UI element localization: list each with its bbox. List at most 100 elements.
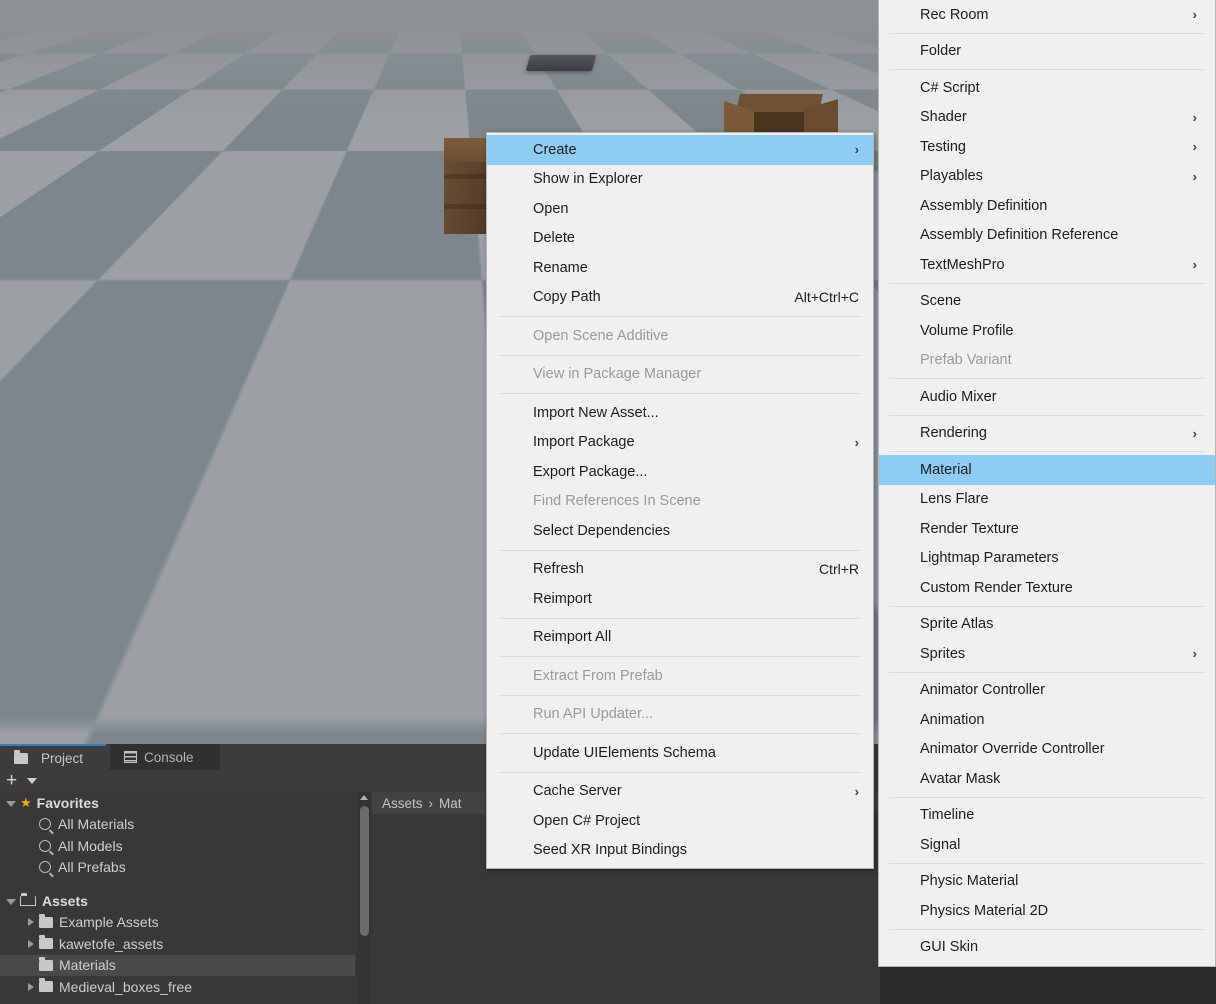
tree-item-all-materials[interactable]: All Materials — [0, 814, 355, 836]
scene-object-dark-slab[interactable] — [526, 55, 597, 71]
create-submenu[interactable]: Rec Room›FolderC# ScriptShader›Testing›P… — [878, 0, 1216, 967]
tree-item-label: All Materials — [58, 816, 134, 832]
menu-item-c-script[interactable]: C# Script — [879, 73, 1215, 103]
search-icon — [39, 840, 51, 852]
menu-separator — [499, 656, 861, 657]
menu-item-render-texture[interactable]: Render Texture — [879, 514, 1215, 544]
tree-scrollbar[interactable] — [357, 792, 371, 1004]
menu-item-lightmap-parameters[interactable]: Lightmap Parameters — [879, 544, 1215, 574]
menu-item-create[interactable]: Create› — [487, 135, 873, 165]
menu-separator — [889, 797, 1205, 798]
menu-item-animator-override-controller[interactable]: Animator Override Controller — [879, 735, 1215, 765]
menu-item-label: Timeline — [920, 807, 974, 823]
chevron-right-icon[interactable] — [28, 940, 34, 948]
tree-item-favorites[interactable]: ★Favorites — [0, 792, 355, 814]
menu-item-import-package[interactable]: Import Package› — [487, 428, 873, 458]
menu-item-seed-xr-input-bindings[interactable]: Seed XR Input Bindings — [487, 836, 873, 866]
menu-item-label: Rename — [533, 260, 588, 276]
menu-separator — [889, 672, 1205, 673]
menu-separator — [499, 393, 861, 394]
menu-item-gui-skin[interactable]: GUI Skin — [879, 933, 1215, 963]
scrollbar-thumb[interactable] — [360, 806, 369, 936]
menu-item-label: Volume Profile — [920, 323, 1014, 339]
menu-item-label: Export Package... — [533, 464, 647, 480]
menu-separator — [499, 355, 861, 356]
tree-item-all-models[interactable]: All Models — [0, 835, 355, 857]
menu-item-physics-material-2d[interactable]: Physics Material 2D — [879, 896, 1215, 926]
tree-item-medieval-boxes-free[interactable]: Medieval_boxes_free — [0, 976, 355, 998]
menu-item-lens-flare[interactable]: Lens Flare — [879, 485, 1215, 515]
menu-item-import-new-asset[interactable]: Import New Asset... — [487, 398, 873, 428]
chevron-right-icon[interactable] — [28, 918, 34, 926]
menu-item-update-uielements-schema[interactable]: Update UIElements Schema — [487, 738, 873, 768]
menu-item-shader[interactable]: Shader› — [879, 103, 1215, 133]
add-asset-button[interactable]: + — [6, 771, 17, 791]
menu-item-delete[interactable]: Delete — [487, 224, 873, 254]
tree-item-all-prefabs[interactable]: All Prefabs — [0, 857, 355, 879]
menu-item-audio-mixer[interactable]: Audio Mixer — [879, 382, 1215, 412]
menu-item-rendering[interactable]: Rendering› — [879, 419, 1215, 449]
menu-item-label: Shader — [920, 109, 967, 125]
menu-item-copy-path[interactable]: Copy PathAlt+Ctrl+C — [487, 283, 873, 313]
menu-item-custom-render-texture[interactable]: Custom Render Texture — [879, 573, 1215, 603]
chevron-down-icon[interactable] — [27, 778, 37, 784]
menu-item-sprite-atlas[interactable]: Sprite Atlas — [879, 610, 1215, 640]
tree-item-example-assets[interactable]: Example Assets — [0, 912, 355, 934]
menu-item-open[interactable]: Open — [487, 194, 873, 224]
project-asset-tree[interactable]: ★Favorites All Materials All ModelsAll Pre… — [0, 792, 355, 1004]
breadcrumb-item-materials[interactable]: Mat — [439, 796, 462, 811]
crate-slat — [273, 228, 329, 233]
menu-item-testing[interactable]: Testing› — [879, 132, 1215, 162]
tree-item-assets[interactable]: Assets — [0, 890, 355, 912]
chevron-down-icon[interactable] — [6, 899, 16, 905]
menu-item-animation[interactable]: Animation — [879, 705, 1215, 735]
menu-item-show-in-explorer[interactable]: Show in Explorer — [487, 165, 873, 195]
scroll-up-arrow-icon[interactable] — [360, 795, 368, 800]
menu-item-playables[interactable]: Playables› — [879, 162, 1215, 192]
menu-item-physic-material[interactable]: Physic Material — [879, 867, 1215, 897]
crate-top-face — [164, 235, 246, 281]
menu-item-scene[interactable]: Scene — [879, 287, 1215, 317]
breadcrumb-item-assets[interactable]: Assets — [382, 796, 423, 811]
menu-item-refresh[interactable]: RefreshCtrl+R — [487, 555, 873, 585]
menu-item-assembly-definition[interactable]: Assembly Definition — [879, 191, 1215, 221]
menu-item-animator-controller[interactable]: Animator Controller — [879, 676, 1215, 706]
menu-item-label: Animation — [920, 712, 984, 728]
menu-item-export-package[interactable]: Export Package... — [487, 457, 873, 487]
tab-project[interactable]: Project — [0, 744, 106, 770]
folder-open-icon — [20, 896, 36, 906]
menu-item-select-dependencies[interactable]: Select Dependencies — [487, 516, 873, 546]
menu-item-rename[interactable]: Rename — [487, 253, 873, 283]
menu-separator — [889, 929, 1205, 930]
menu-item-signal[interactable]: Signal — [879, 830, 1215, 860]
tree-item-kawetofe-assets[interactable]: kawetofe_assets — [0, 933, 355, 955]
menu-item-label: Extract From Prefab — [533, 668, 663, 684]
menu-item-cache-server[interactable]: Cache Server› — [487, 777, 873, 807]
menu-item-label: Show in Explorer — [533, 171, 643, 187]
menu-item-assembly-definition-reference[interactable]: Assembly Definition Reference — [879, 221, 1215, 251]
menu-item-avatar-mask[interactable]: Avatar Mask — [879, 764, 1215, 794]
menu-item-label: Lens Flare — [920, 491, 989, 507]
menu-item-label: Lightmap Parameters — [920, 550, 1059, 566]
menu-item-label: Update UIElements Schema — [533, 745, 716, 761]
menu-item-folder[interactable]: Folder — [879, 37, 1215, 67]
menu-item-reimport-all[interactable]: Reimport All — [487, 623, 873, 653]
scene-object-crate-3[interactable] — [265, 218, 335, 260]
scene-object-crate-1[interactable] — [3, 250, 103, 309]
tab-console[interactable]: Console — [110, 744, 220, 770]
menu-item-material[interactable]: Material — [879, 455, 1215, 485]
menu-item-textmeshpro[interactable]: TextMeshPro› — [879, 250, 1215, 280]
tree-item-materials[interactable]: Materials — [0, 955, 355, 977]
project-context-menu[interactable]: Create› Show in Explorer OpenDelete Rename C… — [486, 132, 874, 869]
menu-item-rec-room[interactable]: Rec Room› — [879, 0, 1215, 30]
scene-object-crate-2[interactable] — [164, 235, 246, 281]
menu-item-open-c-project[interactable]: Open C# Project — [487, 806, 873, 836]
chevron-down-icon[interactable] — [6, 801, 16, 807]
folder-icon — [14, 753, 28, 764]
menu-item-prefab-variant: Prefab Variant — [879, 346, 1215, 376]
menu-item-sprites[interactable]: Sprites› — [879, 639, 1215, 669]
chevron-right-icon[interactable] — [28, 983, 34, 991]
menu-item-timeline[interactable]: Timeline — [879, 801, 1215, 831]
menu-item-reimport[interactable]: Reimport — [487, 584, 873, 614]
menu-item-volume-profile[interactable]: Volume Profile — [879, 316, 1215, 346]
